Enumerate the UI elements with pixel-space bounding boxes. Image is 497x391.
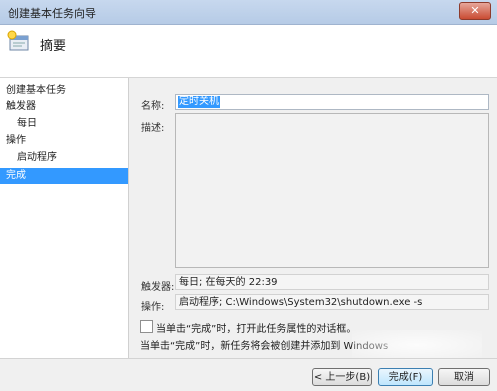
description-field[interactable] xyxy=(175,113,489,268)
title-bar: 创建基本任务向导 ✕ xyxy=(0,0,497,25)
action-value: 启动程序; C:\Windows\System32\shutdown.exe -… xyxy=(175,294,489,310)
step-action[interactable]: 操作 xyxy=(6,133,26,149)
step-finish[interactable]: 完成 xyxy=(0,168,128,184)
window-title: 创建基本任务向导 xyxy=(8,7,96,20)
cancel-button[interactable]: 取消 xyxy=(438,368,490,386)
watermark-blur xyxy=(352,330,482,360)
step-start-program[interactable]: 启动程序 xyxy=(17,150,57,166)
finish-note: 当单击“完成”时，新任务将会被创建并添加到 Windows xyxy=(140,341,389,352)
name-value: 定时关机 xyxy=(178,96,220,108)
trigger-label: 触发器: xyxy=(141,282,175,293)
footer-divider xyxy=(0,358,497,359)
description-label: 描述: xyxy=(141,123,165,134)
name-label: 名称: xyxy=(141,101,165,112)
open-properties-label: 当单击“完成”时，打开此任务属性的对话框。 xyxy=(156,324,357,335)
page-title: 摘要 xyxy=(40,39,67,54)
close-button[interactable]: ✕ xyxy=(459,2,491,20)
name-field[interactable]: 定时关机 xyxy=(175,94,489,110)
wizard-header: 摘要 xyxy=(0,25,497,78)
trigger-value: 每日; 在每天的 22:39 xyxy=(175,274,489,290)
action-label: 操作: xyxy=(141,302,165,313)
task-wizard-window: 创建基本任务向导 ✕ 摘要 创建基本任务 触发器 每日 操作 启动程序 完成 名… xyxy=(0,0,497,391)
back-button[interactable]: < 上一步(B) xyxy=(312,368,372,386)
step-daily[interactable]: 每日 xyxy=(17,116,37,132)
wizard-steps-sidebar: 创建基本任务 触发器 每日 操作 启动程序 完成 xyxy=(0,78,129,358)
step-trigger[interactable]: 触发器 xyxy=(6,99,36,115)
task-wizard-icon xyxy=(7,30,29,51)
open-properties-checkbox[interactable] xyxy=(140,320,153,333)
step-create-basic-task[interactable]: 创建基本任务 xyxy=(6,83,66,99)
finish-button[interactable]: 完成(F) xyxy=(378,368,433,386)
